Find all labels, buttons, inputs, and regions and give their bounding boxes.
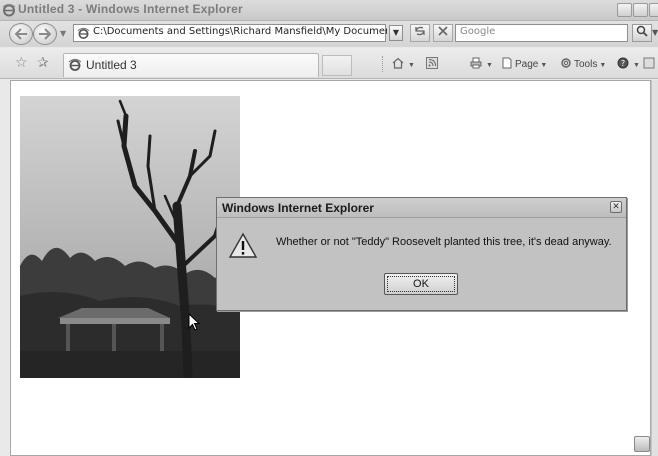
tab-label: Untitled 3 (86, 58, 137, 72)
refresh-icon (415, 26, 425, 36)
svg-text:?: ? (621, 59, 625, 68)
toolbar-separator (382, 56, 384, 72)
print-button[interactable]: ▼ (470, 57, 493, 70)
dialog-title-bar: Windows Internet Explorer ✕ (217, 198, 626, 218)
help-icon: ? (617, 57, 629, 69)
forward-arrow-icon (39, 28, 52, 40)
page-menu[interactable]: Page ▼ (501, 57, 547, 70)
warning-icon (228, 232, 258, 258)
gear-icon (561, 58, 571, 68)
refresh-button[interactable] (410, 24, 430, 42)
alert-dialog: Windows Internet Explorer ✕ Whether or n… (216, 197, 627, 311)
tab-untitled-3[interactable]: Untitled 3 (63, 53, 319, 77)
dialog-title: Windows Internet Explorer (222, 201, 374, 215)
recent-pages-dropdown[interactable]: ▼ (60, 29, 66, 38)
search-input[interactable]: Google (455, 24, 628, 42)
page-icon (68, 58, 82, 71)
vertical-scrollbar[interactable] (651, 80, 658, 456)
title-bar: Untitled 3 - Windows Internet Explorer (0, 0, 658, 21)
tools-menu-label: Tools (574, 59, 598, 70)
favorites-star-icon[interactable]: ☆ (15, 55, 28, 71)
address-field[interactable]: C:\Documents and Settings\Richard Mansfi… (73, 24, 387, 42)
maximize-button[interactable] (633, 3, 648, 17)
dialog-message: Whether or not "Teddy" Roosevelt planted… (276, 236, 612, 248)
print-icon (470, 57, 482, 69)
mouse-cursor-icon (188, 313, 200, 331)
search-placeholder: Google (460, 26, 496, 37)
page-icon (77, 27, 90, 39)
research-icon[interactable] (643, 57, 657, 70)
tab-row: ☆ ✰ Untitled 3 ▼ ▼ Page ▼ Tools ▼ ? ▼ (0, 48, 658, 79)
stop-button[interactable] (433, 24, 453, 42)
window-title: Untitled 3 - Windows Internet Explorer (18, 2, 243, 16)
research-icon-glyph (643, 57, 655, 69)
forward-button[interactable] (33, 23, 57, 45)
help-button[interactable]: ? ▼ (617, 57, 640, 70)
feeds-button[interactable] (426, 57, 440, 70)
home-button[interactable]: ▼ (392, 57, 415, 70)
back-arrow-icon (14, 28, 27, 40)
tools-menu[interactable]: Tools ▼ (560, 57, 606, 70)
address-url: C:\Documents and Settings\Richard Mansfi… (93, 26, 387, 37)
browser-window: Untitled 3 - Windows Internet Explorer ▼… (0, 0, 658, 456)
dialog-close-button[interactable]: ✕ (610, 201, 622, 213)
page-menu-label: Page (515, 59, 539, 70)
dialog-body: Whether or not "Teddy" Roosevelt planted… (217, 218, 626, 310)
back-button[interactable] (9, 23, 33, 45)
dead-tree-photo (20, 96, 240, 378)
close-window-button[interactable] (649, 3, 658, 17)
search-button[interactable] (632, 24, 652, 42)
stop-icon (438, 26, 448, 36)
ie-logo-icon (2, 3, 16, 17)
address-dropdown-button[interactable]: ▼ (389, 25, 403, 41)
minimize-button[interactable] (617, 3, 632, 17)
new-tab-button[interactable] (322, 55, 352, 76)
address-row: ▼ C:\Documents and Settings\Richard Mans… (0, 21, 658, 47)
search-options-dropdown[interactable]: ▼ (652, 28, 658, 37)
magnifier-icon (636, 25, 648, 37)
feeds-icon (426, 57, 438, 69)
home-icon (392, 57, 404, 69)
add-favorites-icon[interactable]: ✰ (37, 55, 49, 71)
window-controls (616, 3, 658, 20)
page-menu-icon (502, 57, 512, 69)
status-zone-icon[interactable] (634, 436, 650, 452)
ok-button[interactable]: OK (384, 273, 458, 295)
